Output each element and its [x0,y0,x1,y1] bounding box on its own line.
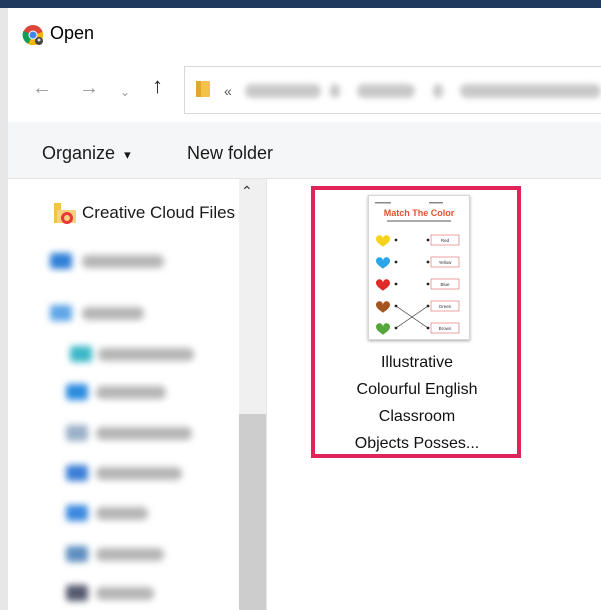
window-title: Open [50,23,95,43]
heart-icon [376,323,390,335]
sidebar-item-creative-cloud-files[interactable]: Creative Cloud Files [82,203,240,223]
match-dot [426,238,430,242]
file-name: Illustrative Colourful English Classroom… [325,349,509,457]
address-segment[interactable] [245,84,321,98]
organize-button[interactable]: Organize ▾ [42,143,131,164]
worksheet-title: Match The Color [384,208,455,218]
file-name-line: Objects Posses... [354,435,480,452]
folder-icon [196,80,210,98]
chevron-down-icon: ▾ [124,147,131,162]
word-label: Blue [440,282,450,287]
word-label: Red [441,238,450,243]
creative-cloud-folder-icon [52,200,78,226]
address-segment[interactable] [460,84,601,98]
window-left-edge [0,8,8,610]
worksheet-thumbnail: Match The Color Red Yellow Blue Green Brown [368,195,470,340]
heart-icon [376,279,390,291]
file-name-line: Colourful English [356,381,478,398]
address-chevron-icon[interactable]: « [224,83,232,99]
title-bar [8,8,601,60]
match-dot [394,282,398,286]
pane-divider[interactable] [266,179,267,610]
word-label: Brown [439,326,452,331]
new-folder-button[interactable]: New folder [187,143,273,164]
heart-icon [376,301,390,313]
forward-arrow-icon[interactable]: → [79,78,99,98]
heart-icon [376,235,390,247]
match-dot [426,260,430,264]
scrollbar-thumb[interactable] [239,414,266,610]
scroll-up-icon[interactable]: ⌃ [241,183,253,200]
recent-locations-icon[interactable]: ⌄ [120,82,130,102]
address-separator [433,84,443,98]
match-dot [394,238,398,242]
chrome-app-icon [22,24,44,46]
word-label: Yellow [439,260,453,265]
window-top-border [0,0,601,8]
back-arrow-icon[interactable]: ← [32,78,52,98]
heart-icon [376,257,390,269]
word-label: Green [439,304,452,309]
file-name-line: Classroom [378,408,456,425]
address-segment[interactable] [357,84,415,98]
file-name-line: Illustrative [380,354,454,371]
match-dot [394,260,398,264]
organize-label: Organize [42,143,116,163]
match-dot [426,282,430,286]
address-separator [330,84,340,98]
up-arrow-icon[interactable]: ↑ [152,75,163,97]
